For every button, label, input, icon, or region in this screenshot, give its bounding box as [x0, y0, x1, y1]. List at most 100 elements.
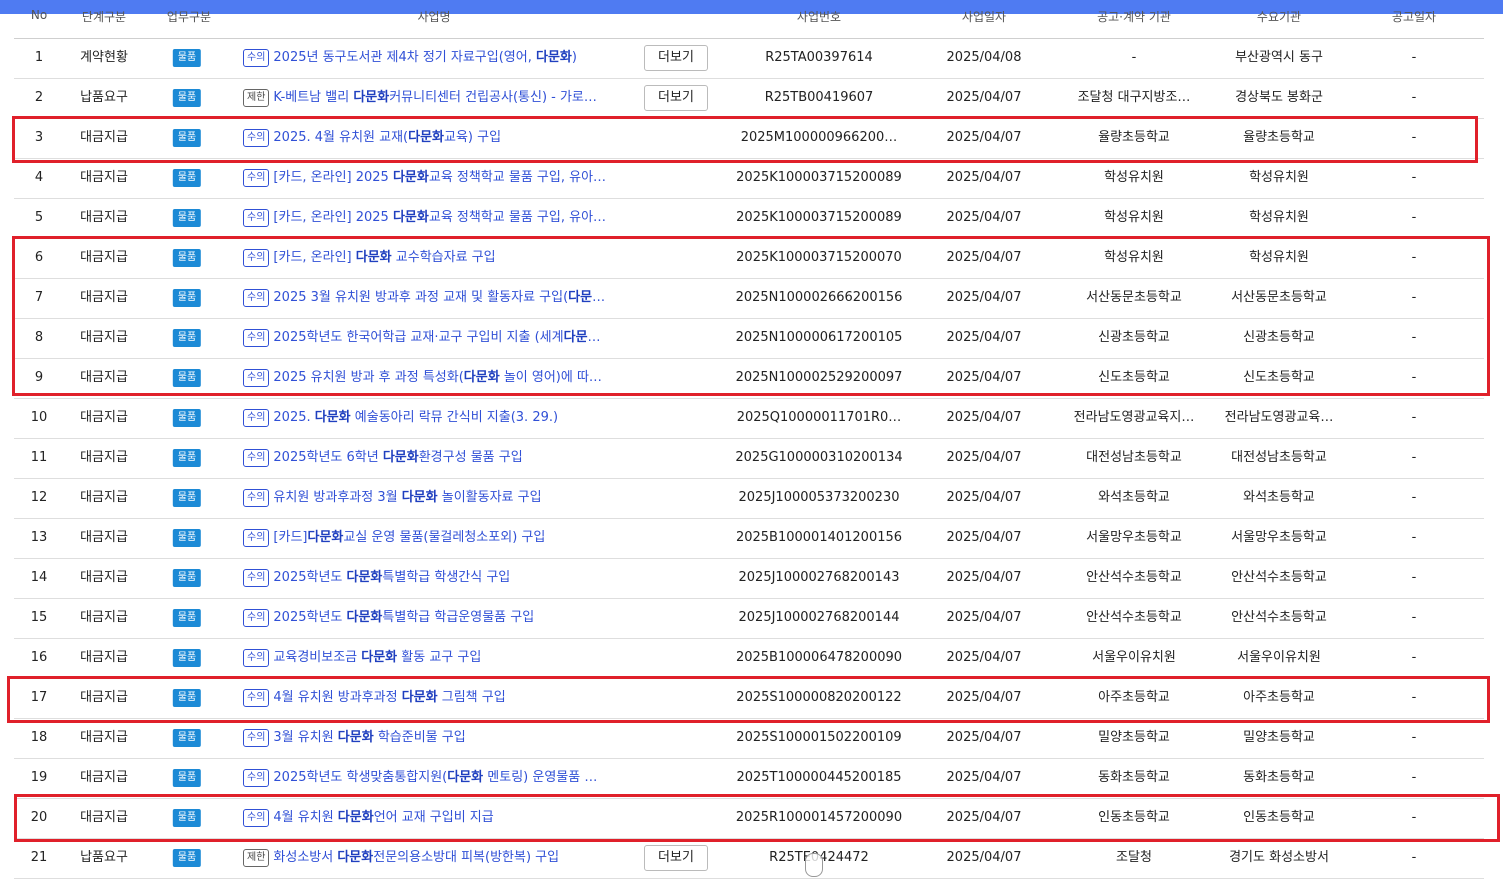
project-title-link[interactable]: 수의 [카드]다문화교실 운영 물품(물걸레청소포외) 구입: [243, 518, 621, 558]
demand-org: 학성유치원: [1249, 210, 1309, 225]
table-row[interactable]: 18 대금지급 물품 수의 3월 유치원 다문화 학습준비물 구입 2025S100001…: [14, 718, 1484, 759]
project-title-link[interactable]: 수의 2025학년도 학생맞춤통합지원(다문화 멘토링) 운영물품 …: [243, 758, 621, 798]
table-row[interactable]: 13 대금지급 물품 수의 [카드]다문화교실 운영 물품(물걸레청소포외) 구입 202…: [14, 518, 1484, 559]
title-suffix: 환경구성 물품 구입: [418, 450, 523, 465]
title-prefix: [카드]: [273, 530, 308, 545]
header-gong: 공고일자: [1391, 10, 1437, 24]
highlight-box-row-17: [7, 676, 1490, 723]
title-prefix: K-베트남 밸리: [273, 90, 354, 105]
project-title-link[interactable]: 제한 K-베트남 밸리 다문화커뮤니티센터 건립공사(통신) - 가로…: [243, 78, 621, 118]
table-row[interactable]: 19 대금지급 물품 수의 2025학년도 학생맞춤통합지원(다문화 멘토링) 운영물품…: [14, 758, 1484, 799]
project-title-link[interactable]: 수의 3월 유치원 다문화 학습준비물 구입: [243, 718, 621, 758]
table-row[interactable]: 14 대금지급 물품 수의 2025학년도 다문화특별학급 학생간식 구입 2025J10…: [14, 558, 1484, 599]
contract-type-tag: 수의: [243, 168, 270, 187]
keyword-highlight: 다문화: [382, 450, 419, 465]
row-number: 2: [34, 90, 44, 105]
title-prefix: 2025년 동구도서관 제4차 정기 자료구입(영어,: [273, 50, 536, 65]
notice-date: -: [1411, 770, 1417, 785]
table-row[interactable]: 21 납품요구 물품 제한 화성소방서 다문화전문의용소방대 피복(방한복) 구입 더보기…: [14, 838, 1484, 879]
header-number: 사업번호: [796, 10, 842, 24]
project-title-link[interactable]: 수의 유치원 방과후과정 3월 다문화 놀이활동자료 구입: [243, 478, 621, 518]
header-kind: 단계구분: [81, 10, 127, 24]
contract-type-tag: 수의: [243, 448, 270, 467]
project-title-link[interactable]: 수의 2025학년도 6학년 다문화환경구성 물품 구입: [243, 438, 621, 478]
row-number: 16: [30, 650, 48, 665]
notice-date: -: [1411, 530, 1417, 545]
title-suffix: 특별학급 학급운영물품 구입: [382, 610, 535, 625]
project-title-link[interactable]: 수의 2025. 다문화 예술동아리 락뮤 간식비 지출(3. 29.): [243, 398, 621, 438]
table-row[interactable]: 1 계약현황 물품 수의 2025년 동구도서관 제4차 정기 자료구입(영어, 다문화…: [14, 38, 1484, 79]
contract-org: 서울망우초등학교: [1086, 530, 1182, 545]
contract-type-tag: 수의: [243, 768, 270, 787]
more-button[interactable]: 더보기: [644, 45, 708, 71]
notice-date: -: [1411, 210, 1417, 225]
keyword-highlight: 다문화: [361, 650, 398, 665]
keyword-highlight: 다문화: [337, 850, 374, 865]
category-badge: 물품: [172, 769, 202, 787]
header-org2: 수요기관: [1256, 10, 1302, 24]
stage-label: 계약현황: [80, 50, 128, 65]
title-suffix: 예술동아리 락뮤 간식비 지출(3. 29.): [350, 410, 559, 425]
project-date: 2025/04/07: [946, 610, 1022, 625]
project-title-link[interactable]: 수의 2025학년도 다문화특별학급 학생간식 구입: [243, 558, 621, 598]
title-suffix: 교육 정책학교 물품 구입, 유아…: [428, 170, 607, 185]
project-date: 2025/04/07: [946, 90, 1022, 105]
more-button[interactable]: 더보기: [644, 85, 708, 111]
keyword-highlight: 다문화: [346, 610, 383, 625]
contract-org: 서울우이유치원: [1092, 650, 1176, 665]
title-prefix: [카드, 온라인] 2025: [273, 210, 393, 225]
contract-type-tag: 수의: [243, 48, 270, 67]
table-row[interactable]: 12 대금지급 물품 수의 유치원 방과후과정 3월 다문화 놀이활동자료 구입 2025…: [14, 478, 1484, 519]
category-badge: 물품: [172, 649, 202, 667]
project-number: 2025J100005373200230: [738, 490, 900, 505]
contract-type-tag: 수의: [243, 728, 270, 747]
keyword-highlight: 다문화: [337, 730, 374, 745]
header-biz: 업무구분: [166, 10, 212, 24]
contract-org: 와석초등학교: [1098, 490, 1170, 505]
project-date: 2025/04/07: [946, 490, 1022, 505]
table-row[interactable]: 2 납품요구 물품 제한 K-베트남 밸리 다문화커뮤니티센터 건립공사(통신) - 가…: [14, 78, 1484, 119]
mouse-scroll-indicator-icon: [805, 853, 823, 877]
project-title-link[interactable]: 수의 2025년 동구도서관 제4차 정기 자료구입(영어, 다문화): [243, 38, 621, 78]
contract-type-tag: 수의: [243, 488, 270, 507]
notice-date: -: [1411, 410, 1417, 425]
project-title-link[interactable]: 수의 2025학년도 다문화특별학급 학급운영물품 구입: [243, 598, 621, 638]
table-row[interactable]: 10 대금지급 물품 수의 2025. 다문화 예술동아리 락뮤 간식비 지출(3. 2…: [14, 398, 1484, 439]
demand-org: 대전성남초등학교: [1231, 450, 1327, 465]
contract-type-tag: 수의: [243, 408, 270, 427]
demand-org: 경기도 화성소방서: [1229, 850, 1329, 865]
keyword-highlight: 다문화: [392, 210, 429, 225]
project-title-link[interactable]: 수의 [카드, 온라인] 2025 다문화교육 정책학교 물품 구입, 유아…: [243, 158, 621, 198]
header-title: 사업명: [417, 10, 451, 24]
table-row[interactable]: 5 대금지급 물품 수의 [카드, 온라인] 2025 다문화교육 정책학교 물품 구입…: [14, 198, 1484, 239]
category-badge: 물품: [172, 209, 202, 227]
table-row[interactable]: 15 대금지급 물품 수의 2025학년도 다문화특별학급 학급운영물품 구입 2025J…: [14, 598, 1484, 639]
contract-org: -: [1131, 50, 1137, 65]
project-title-link[interactable]: 수의 [카드, 온라인] 2025 다문화교육 정책학교 물품 구입, 유아…: [243, 198, 621, 238]
contract-org: 조달청 대구지방조…: [1077, 90, 1191, 105]
table-row[interactable]: 4 대금지급 물품 수의 [카드, 온라인] 2025 다문화교육 정책학교 물품 구입…: [14, 158, 1484, 199]
table-row[interactable]: 16 대금지급 물품 수의 교육경비보조금 다문화 활동 교구 구입 2025B10000…: [14, 638, 1484, 679]
demand-org: 전라남도영광교육…: [1224, 410, 1334, 425]
project-date: 2025/04/07: [946, 570, 1022, 585]
keyword-highlight: 다문화: [314, 410, 351, 425]
project-title-link[interactable]: 제한 화성소방서 다문화전문의용소방대 피복(방한복) 구입: [243, 838, 621, 878]
project-title-link[interactable]: 수의 교육경비보조금 다문화 활동 교구 구입: [243, 638, 621, 678]
project-number: 2025T100000445200185: [736, 770, 902, 785]
more-button[interactable]: 더보기: [644, 845, 708, 871]
table-row[interactable]: 11 대금지급 물품 수의 2025학년도 6학년 다문화환경구성 물품 구입 2025G…: [14, 438, 1484, 479]
stage-label: 대금지급: [80, 730, 128, 745]
notice-date: -: [1411, 570, 1417, 585]
category-badge: 물품: [172, 89, 202, 107]
project-number: 2025G100000310200134: [735, 450, 903, 465]
keyword-highlight: 다문화: [353, 90, 390, 105]
notice-date: -: [1411, 850, 1417, 865]
category-badge: 물품: [172, 569, 202, 587]
stage-label: 대금지급: [80, 410, 128, 425]
header-no: No: [30, 8, 48, 22]
project-number: 2025Q10000011701R0…: [736, 410, 902, 425]
project-date: 2025/04/07: [946, 410, 1022, 425]
contract-org: 밀양초등학교: [1098, 730, 1170, 745]
title-prefix: [카드, 온라인] 2025: [273, 170, 393, 185]
notice-date: -: [1411, 610, 1417, 625]
